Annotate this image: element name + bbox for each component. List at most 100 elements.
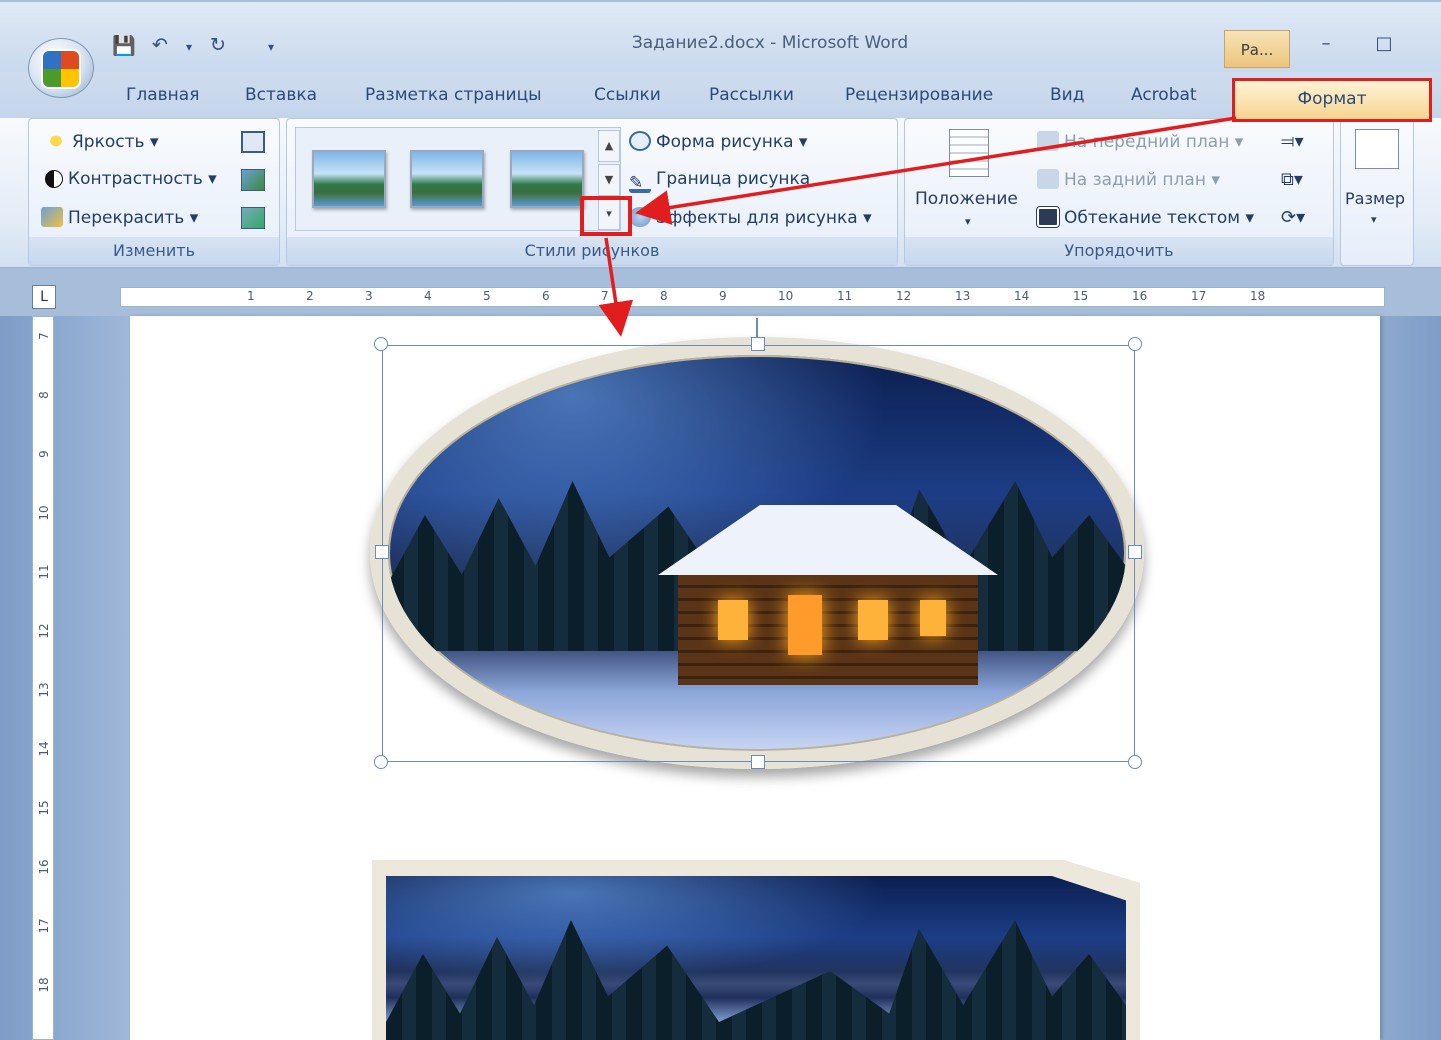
reset-picture-icon[interactable] (241, 207, 265, 229)
office-logo-icon (41, 49, 81, 89)
ruler-mark: 10 (778, 289, 794, 303)
tab-page-layout[interactable]: Разметка страницы (365, 85, 542, 105)
size-icon[interactable] (1355, 129, 1399, 169)
tab-format[interactable]: Формат (1232, 78, 1432, 122)
tab-mailings[interactable]: Рассылки (709, 85, 794, 105)
change-picture-icon[interactable] (241, 169, 265, 191)
tab-view[interactable]: Вид (1050, 85, 1084, 105)
ruler-mark: 14 (37, 741, 51, 757)
brightness-label: Яркость (72, 132, 145, 152)
recolor-icon (41, 207, 63, 227)
horizontal-ruler[interactable]: 1 2 3 4 5 6 7 8 9 10 11 12 13 14 15 16 17 18 (120, 287, 1385, 307)
qat-customize-button[interactable]: ▾ (268, 40, 274, 54)
ruler-mark: 18 (37, 977, 51, 993)
send-back-icon (1037, 169, 1059, 189)
contrast-icon (45, 170, 63, 188)
gallery-scroll-up[interactable]: ▲ (598, 130, 620, 162)
effects-icon (629, 207, 651, 227)
ruler-mark: 7 (601, 289, 609, 303)
resize-handle[interactable] (751, 337, 765, 351)
style-thumbnail[interactable] (410, 150, 484, 208)
resize-handle[interactable] (1128, 755, 1142, 769)
ruler-mark: 17 (1191, 289, 1207, 303)
style-thumbnail[interactable] (312, 150, 386, 208)
resize-handle[interactable] (751, 755, 765, 769)
rotate-handle-line (756, 318, 758, 338)
ruler-mark: 15 (1073, 289, 1089, 303)
recolor-label: Перекрасить (68, 208, 185, 228)
maximize-button[interactable]: □ (1364, 28, 1404, 64)
tab-acrobat[interactable]: Acrobat (1131, 85, 1197, 105)
picture-shape-button[interactable]: Форма рисунка ▾ (629, 131, 807, 152)
compress-pictures-icon[interactable] (241, 131, 265, 153)
save-icon[interactable]: 💾 (112, 34, 136, 57)
ruler-mark: 9 (719, 289, 727, 303)
text-wrapping-label: Обтекание текстом (1064, 208, 1241, 228)
position-dropdown-icon[interactable]: ▾ (965, 215, 971, 228)
redo-icon[interactable]: ↻ (210, 34, 226, 56)
minimize-button[interactable]: – (1306, 28, 1346, 64)
ruler-mark: 4 (424, 289, 432, 303)
bring-front-icon (1037, 131, 1059, 151)
ruler-mark: 9 (37, 450, 51, 458)
align-icon[interactable]: ⫤▾ (1281, 131, 1304, 152)
group-objects-icon[interactable]: ⧉▾ (1281, 169, 1303, 190)
picture-effects-button[interactable]: Эффекты для рисунка ▾ (629, 207, 872, 228)
tab-review[interactable]: Рецензирование (845, 85, 993, 105)
pen-icon: ✎ (629, 173, 651, 193)
picture-snipped-corner[interactable] (372, 860, 1140, 1040)
brightness-button[interactable]: Яркость ▾ (45, 131, 158, 152)
ruler-mark: 15 (37, 800, 51, 816)
ruler-mark: 10 (37, 505, 51, 521)
ruler-mark: 6 (542, 289, 550, 303)
picture-image (386, 876, 1126, 1040)
tab-references[interactable]: Ссылки (594, 85, 661, 105)
ruler-mark: 18 (1250, 289, 1266, 303)
picture-effects-label: Эффекты для рисунка (656, 208, 858, 228)
tab-selector[interactable]: L (32, 285, 56, 309)
resize-handle[interactable] (1128, 337, 1142, 351)
undo-dropdown[interactable]: ▾ (186, 40, 192, 54)
position-button[interactable]: Положение (915, 189, 1018, 209)
recolor-button[interactable]: Перекрасить ▾ (41, 207, 198, 228)
ruler-mark: 8 (37, 391, 51, 399)
gallery-scroll-down[interactable]: ▼ (598, 164, 620, 196)
bring-to-front-label: На передний план (1064, 132, 1230, 152)
rotate-icon[interactable]: ⟳▾ (1281, 207, 1305, 228)
resize-handle[interactable] (374, 755, 388, 769)
group-picture-styles-label: Стили рисунков (287, 237, 897, 265)
tab-home[interactable]: Главная (126, 85, 199, 105)
bring-to-front-button[interactable]: На передний план ▾ (1037, 131, 1243, 152)
ribbon: Яркость ▾ Контрастность ▾ Перекрасить ▾ … (0, 118, 1441, 268)
resize-handle[interactable] (1128, 545, 1142, 559)
ruler-mark: 5 (483, 289, 491, 303)
size-button[interactable]: Размер (1345, 189, 1405, 208)
more-styles-highlight (580, 196, 632, 236)
window-title: Задание2.docx - Microsoft Word (631, 33, 909, 53)
group-size: Размер ▾ (1340, 118, 1414, 266)
ribbon-tabs: Главная Вставка Разметка страницы Ссылки… (0, 72, 1441, 118)
office-button[interactable] (28, 38, 94, 98)
ruler-mark: 14 (1014, 289, 1030, 303)
picture-tools-context-tab[interactable]: Ра... (1224, 30, 1290, 68)
position-icon[interactable] (949, 129, 989, 177)
resize-handle[interactable] (374, 337, 388, 351)
resize-handle[interactable] (375, 545, 389, 559)
contrast-button[interactable]: Контрастность ▾ (45, 169, 217, 189)
sun-icon (45, 131, 67, 151)
forest (386, 920, 1126, 1040)
vertical-ruler[interactable]: 7 8 9 10 11 12 13 14 15 16 17 18 (32, 316, 54, 1040)
group-picture-styles: ▲ ▼ ▾ Форма рисунка ▾ ✎ Граница рисунка Э… (286, 118, 898, 266)
size-dropdown-icon[interactable]: ▾ (1371, 213, 1377, 226)
tab-insert[interactable]: Вставка (245, 85, 317, 105)
text-wrap-icon (1036, 206, 1060, 228)
picture-styles-gallery: ▲ ▼ ▾ (295, 127, 621, 231)
undo-icon[interactable]: ↶ (152, 34, 168, 56)
ruler-mark: 11 (37, 564, 51, 580)
send-to-back-button[interactable]: На задний план ▾ (1037, 169, 1220, 190)
style-thumbnail[interactable] (510, 150, 584, 208)
text-wrapping-button[interactable]: Обтекание текстом ▾ (1036, 206, 1254, 228)
picture-border-button[interactable]: ✎ Граница рисунка (629, 169, 810, 193)
ruler-mark: 16 (37, 859, 51, 875)
ruler-mark: 2 (306, 289, 314, 303)
